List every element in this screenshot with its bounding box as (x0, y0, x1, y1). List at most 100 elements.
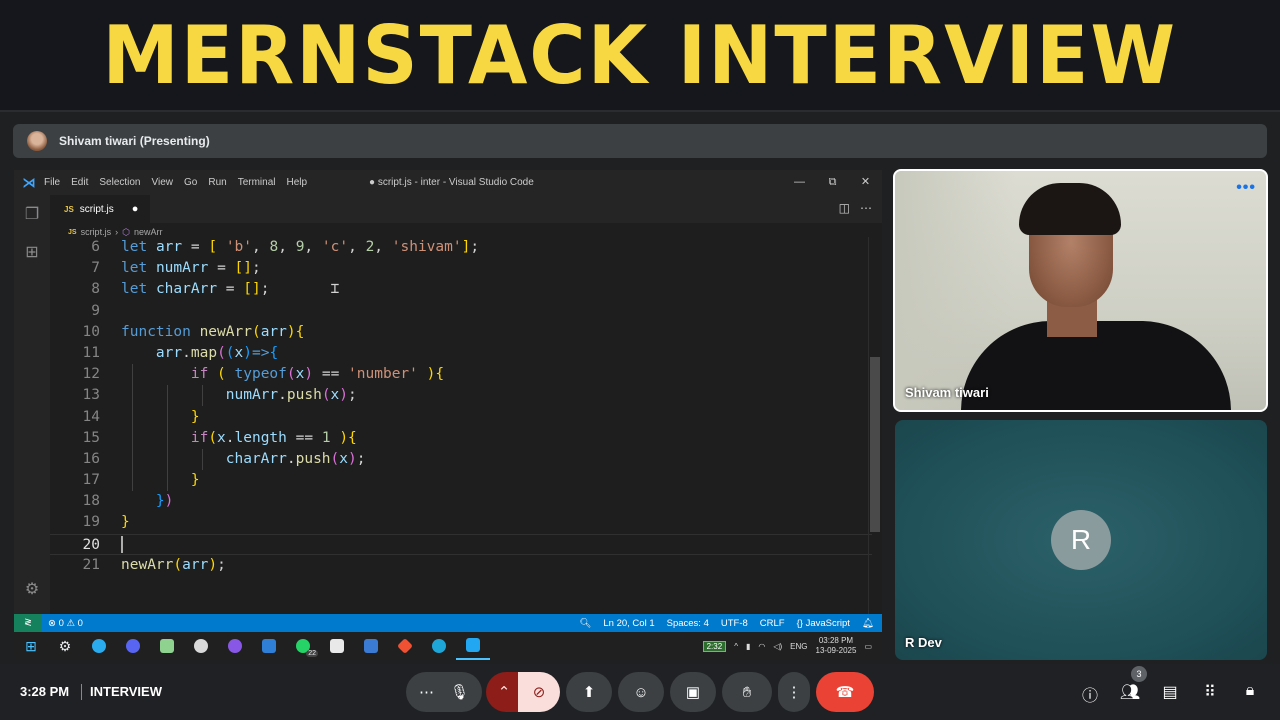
github-desktop-icon[interactable] (218, 632, 252, 660)
indentation-status[interactable]: Spaces: 4 (667, 618, 709, 629)
window-controls: — ⧉ ✕ (783, 170, 882, 195)
vscode-taskbar-icon[interactable] (456, 632, 490, 660)
menu-file[interactable]: File (44, 177, 60, 188)
windows-taskbar: ⊞ ⚙ 22 2:32 ^ ▮ ◠ ◁) ENG 03:28 PM 13-09-… (14, 632, 882, 660)
settings-gear-icon[interactable]: ⚙ (14, 570, 50, 608)
code-line: 7 let numArr = []; (91, 260, 261, 277)
leave-call-button[interactable]: ☎︎ (816, 672, 874, 712)
meeting-info-icon[interactable]: ⓘ (1078, 682, 1102, 706)
terminal-icon[interactable] (354, 632, 388, 660)
camera-options-button[interactable]: ⌃ (486, 672, 522, 712)
edge-icon[interactable] (422, 632, 456, 660)
notification-icon[interactable]: ▭ (864, 642, 872, 651)
host-controls-icon[interactable]: 🔒︎ (1238, 682, 1262, 700)
telegram-icon[interactable] (82, 632, 116, 660)
remote-icon[interactable]: ≷ (14, 614, 42, 632)
code-line: 9 (91, 302, 100, 319)
vscode-logo-icon: ⋊ (22, 174, 36, 190)
notepad-icon[interactable] (150, 632, 184, 660)
notifications-bell-icon[interactable]: 🔔︎ (862, 618, 874, 629)
encoding-status[interactable]: UTF-8 (721, 618, 748, 629)
participant-tile-presenter[interactable]: ••• Shivam tiwari (893, 169, 1268, 412)
microphone-icon[interactable]: 🎙︎ (450, 683, 469, 701)
banner: MERNSTACK INTERVIEW (0, 0, 1280, 112)
restore-icon[interactable]: ⧉ (816, 170, 849, 195)
participant-tile-other[interactable]: R R Dev (895, 420, 1267, 660)
discord-icon[interactable] (116, 632, 150, 660)
eol-status[interactable]: CRLF (760, 618, 785, 629)
vscode-window: ⋊ File Edit Selection View Go Run Terminal Help… (14, 170, 882, 632)
more-options-button[interactable]: ⋮ (778, 672, 810, 712)
explorer-icon[interactable]: ❐ (14, 195, 50, 233)
zoom-icon[interactable]: 🔍︎ (579, 618, 591, 629)
code-line: 13 numArr.push(x); (82, 387, 357, 404)
battery-indicator[interactable]: 2:32 (702, 640, 727, 652)
reactions-button[interactable]: ☺ (618, 672, 664, 712)
minimize-icon[interactable]: — (783, 170, 816, 195)
taskbar-clock[interactable]: 03:28 PM 13-09-2025 (816, 636, 857, 656)
whatsapp-icon[interactable]: 22 (286, 632, 320, 660)
code-line: 10 function newArr(arr){ (82, 323, 305, 340)
code-line: 18 }) (82, 493, 174, 510)
captions-button[interactable]: ▣ (670, 672, 716, 712)
hang-up-icon: ☎︎ (835, 684, 855, 701)
code-line: 15 if(x.length == 1 ){ (82, 429, 357, 446)
language-indicator[interactable]: ENG (790, 642, 807, 651)
more-audio-icon[interactable]: ⋯ (419, 683, 434, 701)
meeting-title: INTERVIEW (90, 684, 162, 699)
chat-icon[interactable]: ▤ (1158, 682, 1182, 702)
banner-title: MERNSTACK INTERVIEW (102, 8, 1178, 102)
people-icon[interactable]: 👥︎ (1118, 682, 1142, 702)
microphone-tray-icon[interactable]: ▮ (746, 642, 750, 651)
js-file-icon: JS (64, 204, 74, 214)
close-icon[interactable]: ✕ (849, 170, 882, 195)
code-editor[interactable]: 6 let arr = [ 'b', 8, 9, 'c', 2, 'shivam'… (50, 237, 872, 614)
function-symbol-icon: ⬡ (122, 226, 130, 237)
activities-icon[interactable]: ⠿ (1198, 682, 1222, 702)
present-screen-button[interactable]: ⬆︎ (566, 672, 612, 712)
extensions-icon[interactable]: ⊞ (14, 233, 50, 271)
settings-icon[interactable]: ⚙ (48, 632, 82, 660)
avatar (27, 131, 47, 151)
app-icon[interactable] (252, 632, 286, 660)
code-line: 16 charArr.push(x); (82, 450, 366, 467)
camera-off-button[interactable]: ⊘ (518, 672, 560, 712)
menu-edit[interactable]: Edit (71, 177, 88, 188)
participant-video-hair (1019, 183, 1121, 235)
menu-help[interactable]: Help (287, 177, 308, 188)
caret-up-icon[interactable]: ^ (734, 642, 738, 651)
present-screen-icon: ⬆︎ (582, 684, 596, 701)
more-options-icon[interactable]: ••• (1236, 179, 1256, 197)
menu-terminal[interactable]: Terminal (238, 177, 276, 188)
menu-selection[interactable]: Selection (99, 177, 140, 188)
wifi-icon[interactable]: ◠ (758, 642, 765, 651)
git-icon[interactable] (388, 632, 422, 660)
windows-start-icon[interactable]: ⊞ (14, 632, 48, 660)
unsaved-dot-icon[interactable]: ● (132, 203, 139, 215)
breadcrumb-file[interactable]: script.js (81, 227, 112, 237)
menu-view[interactable]: View (152, 177, 174, 188)
chevron-up-icon: ⌃ (497, 684, 511, 701)
paint-icon[interactable] (184, 632, 218, 660)
scrollbar-thumb[interactable] (870, 357, 880, 532)
editor-tabs: JS script.js ● ◫ ⋯ (50, 195, 882, 223)
participant-name: R Dev (905, 635, 942, 650)
raise-hand-button[interactable]: ✋︎ (722, 672, 772, 712)
editor-scrollbar[interactable] (868, 237, 882, 614)
menu-run[interactable]: Run (208, 177, 226, 188)
problems-status[interactable]: ⊗ 0 ⚠ 0 (48, 618, 83, 629)
more-vertical-icon: ⋮ (786, 684, 802, 701)
split-editor-icon[interactable]: ◫ (839, 201, 850, 215)
tab-script-js[interactable]: JS script.js ● (50, 195, 150, 223)
code-line: 19} (82, 514, 130, 531)
code-line: 6 let arr = [ 'b', 8, 9, 'c', 2, 'shivam'… (91, 239, 480, 255)
text-cursor (121, 536, 123, 554)
file-explorer-icon[interactable] (320, 632, 354, 660)
cursor-position[interactable]: Ln 20, Col 1 (603, 618, 654, 629)
breadcrumb-symbol[interactable]: newArr (134, 227, 163, 237)
volume-icon[interactable]: ◁) (773, 642, 782, 651)
menu-go[interactable]: Go (184, 177, 197, 188)
language-mode[interactable]: {} JavaScript (797, 618, 850, 629)
more-actions-icon[interactable]: ⋯ (860, 201, 872, 215)
code-line: 21 newArr(arr); (82, 556, 226, 573)
